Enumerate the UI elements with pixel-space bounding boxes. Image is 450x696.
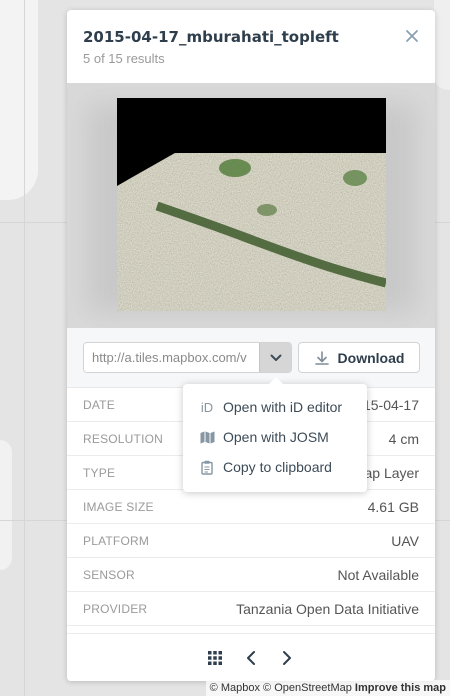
panel-header: 2015-04-17_mburahati_topleft 5 of 15 res… <box>67 10 435 83</box>
url-options-toggle[interactable] <box>259 343 291 372</box>
map-icon <box>199 431 215 444</box>
open-josm-item[interactable]: Open with JOSM <box>183 422 367 452</box>
close-button[interactable] <box>401 26 423 48</box>
previous-button[interactable] <box>243 650 259 666</box>
close-icon <box>406 30 418 42</box>
next-button[interactable] <box>279 650 295 666</box>
clipboard-icon <box>199 460 215 475</box>
chevron-right-icon <box>283 650 291 665</box>
menu-item-label: Copy to clipboard <box>223 459 332 475</box>
pagination-footer <box>67 633 435 681</box>
download-label: Download <box>337 349 405 366</box>
improve-map-link[interactable]: Improve this map <box>355 682 446 694</box>
meta-row-image-size: Image Size 4.61 GB <box>67 490 435 524</box>
meta-label: Resolution <box>83 431 164 446</box>
copy-to-clipboard-item[interactable]: Copy to clipboard <box>183 452 367 482</box>
map-attribution: © Mapbox © OpenStreetMap Improve this ma… <box>205 680 450 696</box>
meta-value: ap Layer <box>364 464 419 481</box>
chevron-down-icon <box>270 354 281 361</box>
map-road <box>24 0 25 696</box>
osm-attribution-link[interactable]: © OpenStreetMap <box>263 682 352 694</box>
open-id-editor-item[interactable]: iD Open with iD editor <box>183 392 367 422</box>
meta-label: Sensor <box>83 567 135 582</box>
map-landmass <box>0 0 38 200</box>
tile-url-group <box>83 342 292 373</box>
meta-row-sensor: Sensor Not Available <box>67 558 435 592</box>
meta-row-platform: Platform UAV <box>67 524 435 558</box>
id-editor-icon: iD <box>200 399 214 415</box>
meta-label: Type <box>83 465 116 480</box>
image-title: 2015-04-17_mburahati_topleft <box>83 28 339 46</box>
meta-label: Platform <box>83 533 150 548</box>
map-landmass <box>0 440 12 570</box>
meta-label: Date <box>83 397 115 412</box>
meta-value: UAV <box>391 532 419 549</box>
grid-icon <box>208 650 222 665</box>
download-icon <box>314 350 329 365</box>
meta-value: 4.61 GB <box>367 498 419 515</box>
image-preview <box>67 83 435 328</box>
mapbox-attribution-link[interactable]: © Mapbox <box>210 682 260 694</box>
meta-value: 4 cm <box>388 430 419 447</box>
meta-label: Image Size <box>83 499 154 514</box>
download-button[interactable]: Download <box>298 342 420 373</box>
map-landmass <box>434 0 450 90</box>
actions-bar: Download <box>67 328 435 388</box>
result-count: 5 of 15 results <box>83 51 165 66</box>
imagery-thumbnail <box>117 98 386 311</box>
menu-item-label: Open with iD editor <box>223 399 343 415</box>
image-detail-panel: 2015-04-17_mburahati_topleft 5 of 15 res… <box>67 10 435 681</box>
url-options-dropdown: iD Open with iD editor Open with JOSM Co… <box>183 377 367 492</box>
meta-row-provider: Provider Tanzania Open Data Initiative <box>67 592 435 626</box>
meta-label: Provider <box>83 601 148 616</box>
meta-value: 15-04-17 <box>362 396 419 413</box>
chevron-left-icon <box>247 650 255 665</box>
tile-url-input[interactable] <box>84 343 260 372</box>
meta-value: Tanzania Open Data Initiative <box>236 600 419 617</box>
menu-item-label: Open with JOSM <box>223 429 329 445</box>
grid-view-button[interactable] <box>207 650 223 666</box>
meta-value: Not Available <box>337 566 419 583</box>
